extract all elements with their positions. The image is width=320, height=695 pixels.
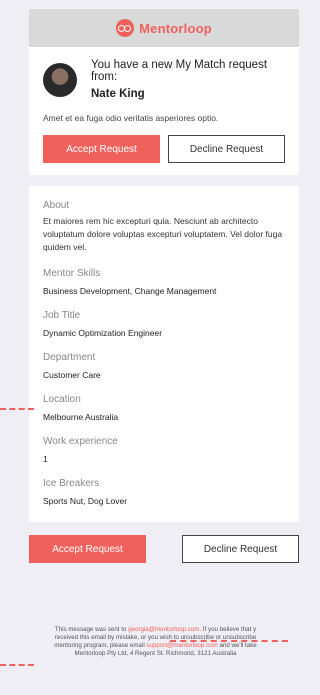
field-value: Melbourne Australia bbox=[43, 412, 119, 422]
field-label: Ice Breakers bbox=[43, 478, 100, 489]
profile-details: About Et maiores rem hic excepturi quia.… bbox=[29, 186, 299, 522]
brand-name: Mentorloop bbox=[139, 20, 212, 36]
accept-request-button-bottom[interactable]: Accept Request bbox=[29, 535, 146, 563]
brand-logo: Mentorloop bbox=[116, 19, 212, 37]
field-value: Dynamic Optimization Engineer bbox=[43, 328, 163, 338]
field-value: Customer Care bbox=[43, 370, 101, 380]
request-card: You have a new My Match request from: Na… bbox=[29, 47, 299, 175]
requester-name: Nate King bbox=[91, 88, 145, 100]
footer-text: This message was sent to bbox=[54, 626, 129, 633]
bottom-actions: Accept Request Decline Request bbox=[29, 535, 299, 563]
request-text: You have a new My Match request from: Na… bbox=[91, 59, 285, 100]
footer-line: mentoring program, please email support@… bbox=[0, 642, 311, 650]
mentorloop-logo-icon bbox=[116, 19, 135, 37]
field-value: Business Development, Change Management bbox=[43, 286, 217, 296]
avatar bbox=[43, 62, 77, 97]
field-label: Work experience bbox=[43, 436, 118, 447]
annotation-dash bbox=[0, 664, 34, 666]
field-location: Location Melbourne Australia bbox=[43, 394, 285, 422]
footer-address: Mentorloop Pty Ltd, 4 Regent St. Richmon… bbox=[74, 650, 237, 657]
decline-request-button[interactable]: Decline Request bbox=[168, 135, 285, 163]
annotation-dash bbox=[0, 408, 34, 410]
field-value: Sports Nut, Dog Lover bbox=[43, 496, 128, 506]
footer-text: mentoring program, please email bbox=[54, 642, 147, 649]
annotation-dash bbox=[170, 640, 288, 642]
email-container: Mentorloop You have a new My Match reque… bbox=[29, 9, 299, 563]
field-work-experience: Work experience 1 bbox=[43, 436, 285, 464]
request-headline: You have a new My Match request from: bbox=[91, 59, 268, 83]
email-footer: This message was sent to georgia@mentorl… bbox=[0, 626, 311, 658]
field-label: Job Title bbox=[43, 310, 81, 321]
decline-request-button-bottom[interactable]: Decline Request bbox=[182, 535, 299, 563]
request-header: You have a new My Match request from: Na… bbox=[43, 59, 285, 100]
footer-text: and we'll take bbox=[217, 642, 257, 649]
field-label: Location bbox=[43, 394, 81, 405]
field-label: Mentor Skills bbox=[43, 268, 101, 279]
about-text: Et maiores rem hic excepturi quia. Nesci… bbox=[43, 216, 283, 252]
request-message: Amet et ea fuga odio veritatis asperiore… bbox=[43, 113, 219, 123]
footer-email-link[interactable]: georgia@mentorloop.com bbox=[128, 626, 199, 633]
about-title: About bbox=[43, 200, 70, 211]
request-actions: Accept Request Decline Request bbox=[43, 135, 285, 163]
footer-text: . If you believe that y bbox=[199, 626, 257, 633]
field-ice-breakers: Ice Breakers Sports Nut, Dog Lover bbox=[43, 478, 285, 506]
email-header: Mentorloop bbox=[29, 9, 299, 47]
field-job-title: Job Title Dynamic Optimization Engineer bbox=[43, 310, 285, 338]
footer-line: This message was sent to georgia@mentorl… bbox=[0, 626, 311, 634]
field-department: Department Customer Care bbox=[43, 352, 285, 380]
accept-request-button[interactable]: Accept Request bbox=[43, 135, 160, 163]
field-mentor-skills: Mentor Skills Business Development, Chan… bbox=[43, 268, 285, 296]
field-value: 1 bbox=[43, 454, 48, 464]
field-label: Department bbox=[43, 352, 96, 363]
support-email-link[interactable]: support@mentorloop.com bbox=[146, 642, 217, 649]
